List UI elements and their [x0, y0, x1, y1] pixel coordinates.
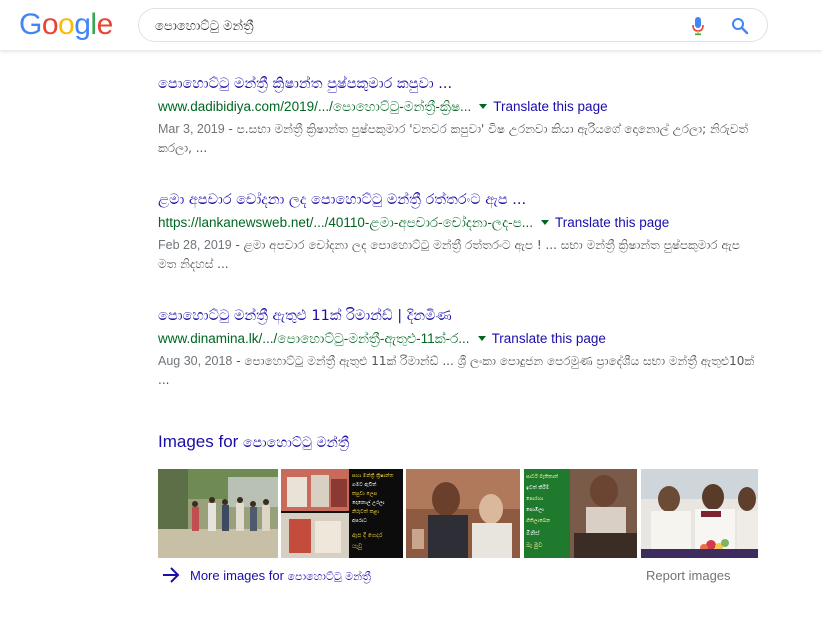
result-url: https://lankanewsweb.net/.../40110-ළමා-අ… — [158, 215, 533, 230]
image-thumbnail-news-collage[interactable]: සභා මන්ත්‍රී ක්‍රිෂාන්ත ගමට ඇවිත් කපුවා … — [281, 469, 403, 558]
poster-line: ගමට ඇවිත් — [352, 481, 376, 488]
result-url-line: https://lankanewsweb.net/.../40110-ළමා-අ… — [158, 214, 758, 232]
search-input[interactable] — [153, 15, 677, 37]
result-snippet: Aug 30, 2018 - පොහොට්ටු මන්ත්‍රී ඇතුළු 1… — [158, 352, 758, 390]
poster-line: සොඹිලා — [526, 506, 544, 513]
poster-line: දොනොල් උරලා — [352, 499, 385, 506]
arrow-right-icon — [163, 567, 180, 583]
logo-letter-o1: o — [41, 8, 59, 41]
more-images-label: More images for පොහොට්ටු මන්ත්‍රී — [190, 568, 371, 584]
result-title-link[interactable]: පොහොට්ටු මන්ත්‍රී ක්‍රිෂාන්ත පුෂ්පකුමාර … — [158, 74, 758, 94]
image-thumbnail-politicians-meeting[interactable] — [641, 469, 758, 558]
result-url: www.dadibidiya.com/2019/.../පොහොට්ටු-මන්… — [158, 99, 472, 114]
result-url: www.dinamina.lk/.../පොහොට්ටු-මන්ත්‍රී-ඇත… — [158, 331, 470, 346]
logo-letter-g2: g — [74, 8, 91, 41]
result-date: Feb 28, 2019 — [158, 238, 232, 252]
logo-letter-o2: o — [58, 8, 75, 41]
result-url-line: www.dinamina.lk/.../පොහොට්ටු-මන්ත්‍රී-ඇත… — [158, 330, 758, 348]
report-images-link[interactable]: Report images — [646, 568, 731, 583]
result-url-line: www.dadibidiya.com/2019/.../පොහොට්ටු-මන්… — [158, 98, 758, 116]
search-box — [138, 8, 768, 42]
search-result: පොහොට්ටු මන්ත්‍රී ක්‍රිෂාන්ත පුෂ්පකුමාර … — [158, 74, 758, 158]
poster-line: පොරහා — [526, 496, 543, 502]
poster-line: බෑ මුව — [526, 542, 543, 550]
poster-line: නිරුවත් කළා — [352, 508, 379, 515]
translate-link[interactable]: Translate this page — [555, 215, 669, 230]
snippet-text: - පොහොට්ටු මන්ත්‍රී ඇතුළු 11ක් රිමාන්ඩ් … — [158, 354, 755, 387]
more-images-prefix: More images for — [190, 568, 288, 583]
image-thumbnail-street-crowd[interactable] — [158, 469, 278, 558]
google-logo[interactable]: Google — [19, 8, 113, 42]
logo-letter-e: e — [96, 8, 114, 41]
images-heading-query: පොහොට්ටු මන්ත්‍රී — [243, 435, 350, 451]
snippet-text: - ප.සභා මන්ත්‍රී ක්‍රිෂාන්ත පුෂ්පකුමාර '… — [158, 122, 749, 155]
poster-line: ගිතිලාබෙන — [526, 517, 550, 524]
image-thumbnail-green-poster[interactable]: පාර්ට් මැතිතාත් ඉවත් කිරීම් පොරහා සොඹිලා… — [524, 469, 637, 558]
caret-down-icon[interactable] — [477, 336, 486, 342]
poster-line: මිනිස් — [526, 530, 540, 537]
logo-letter-g: G — [19, 8, 42, 41]
snippet-text: - ළමා අපචාර චෝදනා ලද පොහොට්ටු මන්ත්‍රී ර… — [158, 238, 740, 271]
poster-line: යැවූ — [352, 543, 363, 551]
more-images-query: පොහොට්ටු මන්ත්‍රී — [287, 570, 371, 583]
search-result: පොහොට්ටු මන්ත්‍රී ඇතුළු 11ක් රිමාන්ඩ් | … — [158, 306, 758, 390]
result-title-link[interactable]: පොහොට්ටු මන්ත්‍රී ඇතුළු 11ක් රිමාන්ඩ් | … — [158, 306, 758, 326]
microphone-icon[interactable] — [691, 16, 705, 36]
search-icon[interactable] — [731, 17, 749, 35]
poster-line: ඉවත් කිරීම් — [526, 484, 549, 491]
header: Google — [0, 0, 822, 50]
result-snippet: Feb 28, 2019 - ළමා අපචාර චෝදනා ලද පොහොට්… — [158, 236, 758, 274]
images-heading-prefix: Images for — [158, 432, 244, 451]
result-title-link[interactable]: ළමා අපචාර චෝදනා ලද පොහොට්ටු මන්ත්‍රී රත්… — [158, 190, 758, 210]
caret-down-icon[interactable] — [479, 104, 488, 110]
result-date: Aug 30, 2018 — [158, 354, 233, 368]
translate-link[interactable]: Translate this page — [492, 331, 606, 346]
search-result: ළමා අපචාර චෝදනා ලද පොහොට්ටු මන්ත්‍රී රත්… — [158, 190, 758, 274]
poster-line: සභා මන්ත්‍රී ක්‍රිෂාන්ත — [352, 472, 393, 479]
images-heading-link[interactable]: Images for පොහොට්ටු මන්ත්‍රී — [158, 432, 349, 452]
result-date: Mar 3, 2019 — [158, 122, 225, 136]
result-snippet: Mar 3, 2019 - ප.සභා මන්ත්‍රී ක්‍රිෂාන්ත … — [158, 120, 758, 158]
image-thumbnail-man-closeup[interactable] — [406, 469, 520, 558]
poster-line: කපුවා ලෙස — [352, 491, 377, 497]
caret-down-icon[interactable] — [541, 220, 549, 226]
poster-line: පාර්ට් මැතිතාත් — [526, 473, 558, 480]
translate-link[interactable]: Translate this page — [493, 99, 607, 114]
poster-line: ඇප දී ගෙදර — [352, 532, 383, 539]
poster-line: අපරාධ — [352, 518, 367, 524]
